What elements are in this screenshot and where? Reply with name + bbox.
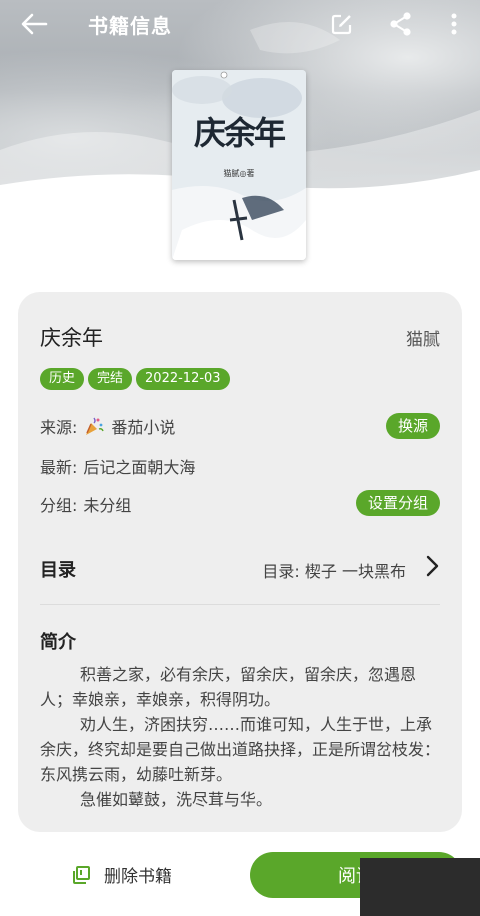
delete-book-label: 删除书籍 bbox=[104, 867, 172, 887]
intro-paragraph: 积善之家，必有余庆，留余庆，留余庆，忽遇恩人；幸娘亲，幸娘亲，积得阴功。 bbox=[40, 665, 417, 709]
source-label: 来源: bbox=[40, 418, 78, 437]
intro-text: 积善之家，必有余庆，留余庆，留余庆，忽遇恩人；幸娘亲，幸娘亲，积得阴功。 劝人生… bbox=[40, 662, 444, 812]
divider bbox=[40, 604, 440, 605]
tag-date: 2022-12-03 bbox=[136, 368, 230, 390]
book-info-card: 庆余年 猫腻 历史 完结 2022-12-03 来源: 番茄小说 换源 最新: … bbox=[18, 292, 462, 832]
party-popper-icon bbox=[86, 417, 105, 435]
group-label: 分组: bbox=[40, 496, 78, 515]
tag-genre: 历史 bbox=[40, 368, 85, 390]
share-icon[interactable] bbox=[387, 10, 415, 38]
latest-row: 最新: 后记之面朝大海 bbox=[40, 454, 195, 478]
top-app-bar: 书籍信息 bbox=[0, 0, 480, 48]
tag-status: 完结 bbox=[88, 368, 133, 390]
intro-paragraph: 急催如鼙鼓，洗尽茸与华。 bbox=[80, 790, 273, 809]
source-row: 来源: 番茄小说 bbox=[40, 414, 175, 438]
edit-icon[interactable] bbox=[328, 10, 356, 38]
latest-label: 最新: bbox=[40, 458, 78, 477]
corner-overlay bbox=[360, 858, 480, 916]
source-value: 番茄小说 bbox=[111, 418, 176, 437]
set-group-button[interactable]: 设置分组 bbox=[355, 490, 440, 516]
more-vert-icon[interactable] bbox=[440, 10, 468, 38]
chevron-right-icon[interactable] bbox=[420, 554, 444, 578]
book-author: 猫腻 bbox=[406, 330, 440, 350]
back-arrow-icon[interactable] bbox=[18, 10, 50, 38]
delete-book-button[interactable]: 删除书籍 bbox=[72, 862, 172, 887]
group-value: 未分组 bbox=[83, 496, 132, 515]
toc-title[interactable]: 目录 bbox=[40, 556, 76, 582]
latest-value: 后记之面朝大海 bbox=[83, 458, 196, 477]
group-row: 分组: 未分组 bbox=[40, 492, 131, 516]
delete-book-icon bbox=[73, 865, 90, 884]
tag-list: 历史 完结 2022-12-03 bbox=[40, 368, 230, 390]
page-title: 书籍信息 bbox=[88, 14, 172, 38]
change-source-button[interactable]: 换源 bbox=[385, 413, 440, 439]
cover-author: 猫腻◎著 bbox=[223, 169, 255, 178]
book-cover[interactable]: 庆余年 猫腻◎著 bbox=[172, 70, 306, 260]
toc-latest-chapter[interactable]: 目录: 楔子 一块黑布 bbox=[262, 558, 406, 582]
intro-paragraph: 劝人生，济困扶穷……而谁可知，人生于世，上承余庆，终究却是要自己做出道路抉择，正… bbox=[40, 715, 441, 784]
intro-title: 简介 bbox=[40, 632, 76, 653]
cover-title: 庆余年 bbox=[193, 114, 286, 152]
book-name: 庆余年 bbox=[40, 326, 103, 350]
